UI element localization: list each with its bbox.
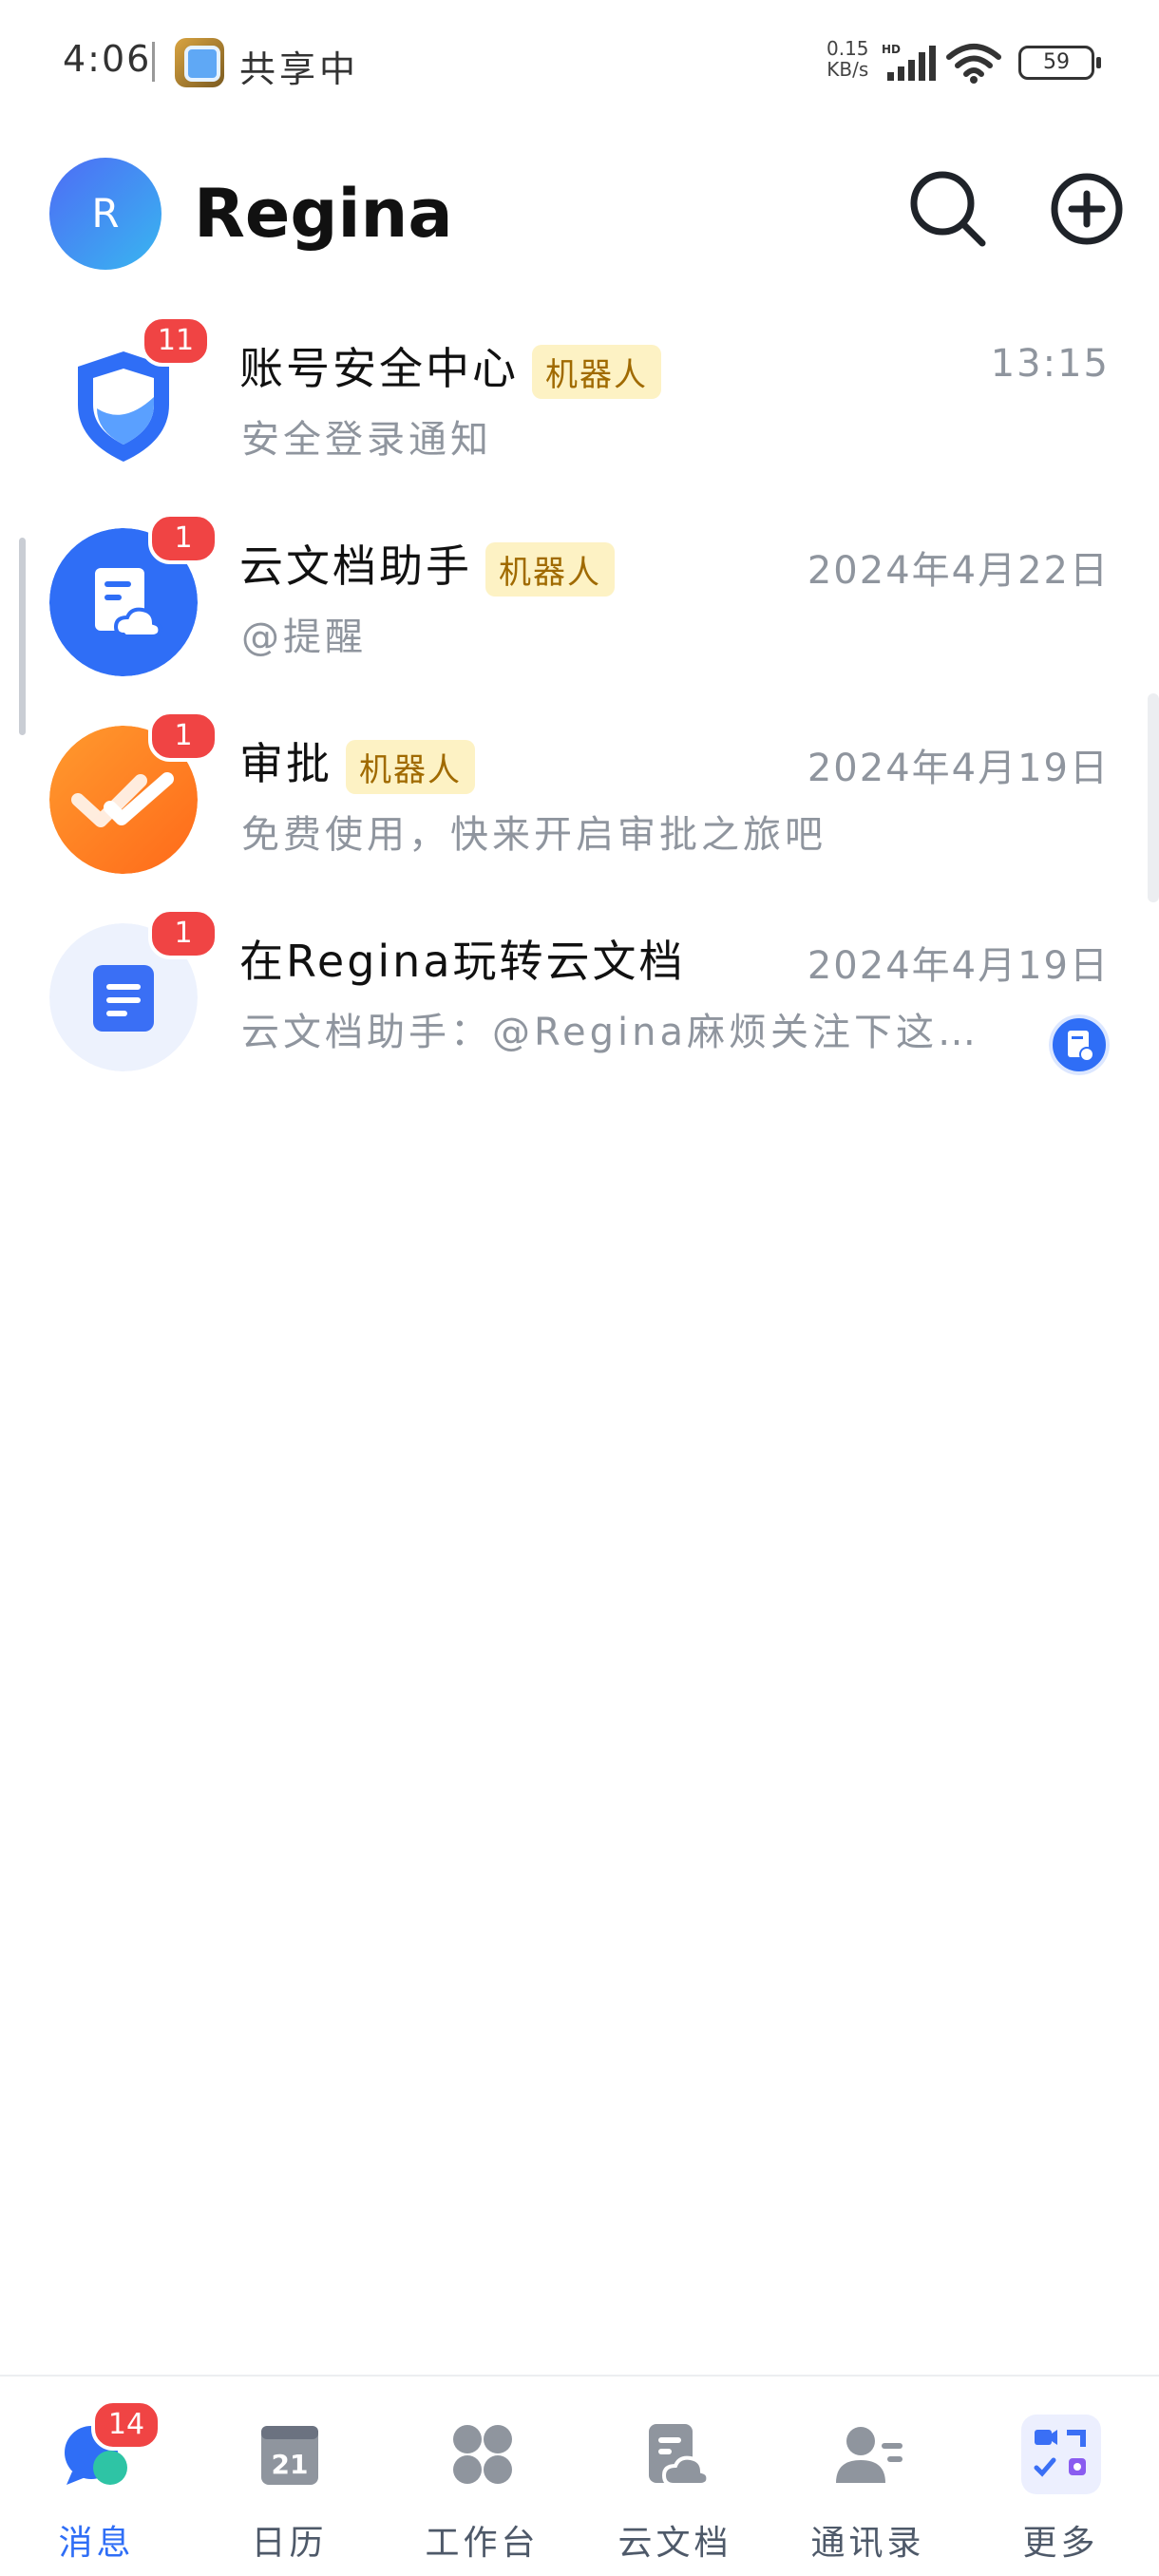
chat-preview: @提醒 [241,616,367,659]
unread-badge: 11 [141,315,211,367]
nav-label: 日历 [251,2524,328,2563]
screen-share-app-icon [175,38,224,87]
robot-tag: 机器人 [485,542,615,597]
network-speed: 0.15 KB/s [826,38,869,80]
messages-unread-badge: 14 [91,2399,162,2451]
chat-preview: 免费使用，快来开启审批之旅吧 [241,813,826,857]
chat-item-approval[interactable]: 1 审批 机器人 2024年4月19日 免费使用，快来开启审批之旅吧 [0,699,1159,897]
nav-label: 云文档 [618,2524,732,2563]
signal-icon: HD [882,44,936,81]
add-circle-icon[interactable] [1041,163,1132,255]
chat-item-cloud-doc-guide[interactable]: 1 在Regina玩转云文档 2024年4月19日 云文档助手：@Regina麻… [0,897,1159,1094]
chat-item-cloud-doc-assistant[interactable]: 1 云文档助手 机器人 2024年4月22日 @提醒 [0,502,1159,699]
wifi-icon [946,44,1001,84]
calendar-date: 21 [272,2449,309,2480]
status-bar: 4:06 共享中 0.15 KB/s HD 59 [0,0,1159,123]
nav-calendar[interactable]: 21 日历 [193,2377,386,2576]
unread-badge: 1 [148,908,218,959]
chat-name: 账号安全中心 机器人 [239,334,661,399]
network-speed-value: 0.15 [826,37,869,60]
contacts-icon [836,2427,902,2483]
user-avatar[interactable]: R [49,158,162,270]
chat-time: 2024年4月22日 [807,549,1110,593]
cloud-doc-mini-icon [1049,1014,1110,1075]
chat-item-account-security[interactable]: 11 账号安全中心 机器人 13:15 安全登录通知 [0,304,1159,502]
status-time: 4:06 [63,38,152,80]
nav-messages[interactable]: 14 消息 [0,2377,193,2576]
chat-name: 云文档助手 机器人 [239,532,615,597]
nav-label: 消息 [58,2524,135,2563]
chat-name-text: 审批 [239,738,332,789]
app-header: R Regina [0,142,1159,275]
search-icon[interactable] [902,163,994,255]
robot-tag: 机器人 [532,345,661,399]
nav-label: 通讯录 [810,2524,925,2563]
cloud-docs-icon [649,2424,711,2487]
unread-badge: 1 [148,710,218,762]
chat-time: 13:15 [990,342,1110,386]
workbench-icon [453,2425,512,2484]
chat-list: 11 账号安全中心 机器人 13:15 安全登录通知 1 云文档助手 机器人 202… [0,304,1159,1094]
chat-name: 在Regina玩转云文档 [239,936,686,987]
chat-name-text: 云文档助手 [239,540,472,592]
bottom-nav: 14 消息 21 日历 工作台 云文档 通讯录 更多 [0,2375,1159,2576]
hd-label: HD [882,44,901,56]
sharing-status: 共享中 [239,48,360,90]
chat-preview: 云文档助手：@Regina麻烦关注下这篇… [241,1011,992,1054]
unread-badge: 1 [148,513,218,564]
chat-name: 审批 机器人 [239,729,475,794]
page-title: Regina [194,175,453,253]
nav-label: 更多 [1022,2524,1099,2563]
chat-preview: 安全登录通知 [241,418,492,462]
nav-docs[interactable]: 云文档 [579,2377,771,2576]
chat-name-text: 账号安全中心 [239,343,519,394]
chat-time: 2024年4月19日 [807,747,1110,790]
robot-tag: 机器人 [346,740,475,794]
nav-contacts[interactable]: 通讯录 [771,2377,964,2576]
nav-more[interactable]: 更多 [964,2377,1157,2576]
battery-indicator: 59 [1018,46,1101,80]
nav-label: 工作台 [425,2524,540,2563]
nav-workbench[interactable]: 工作台 [386,2377,579,2576]
network-speed-unit: KB/s [826,58,869,81]
chat-time: 2024年4月19日 [807,944,1110,988]
calendar-icon: 21 [261,2426,318,2485]
more-apps-icon [1021,2415,1101,2494]
status-separator [152,42,155,82]
